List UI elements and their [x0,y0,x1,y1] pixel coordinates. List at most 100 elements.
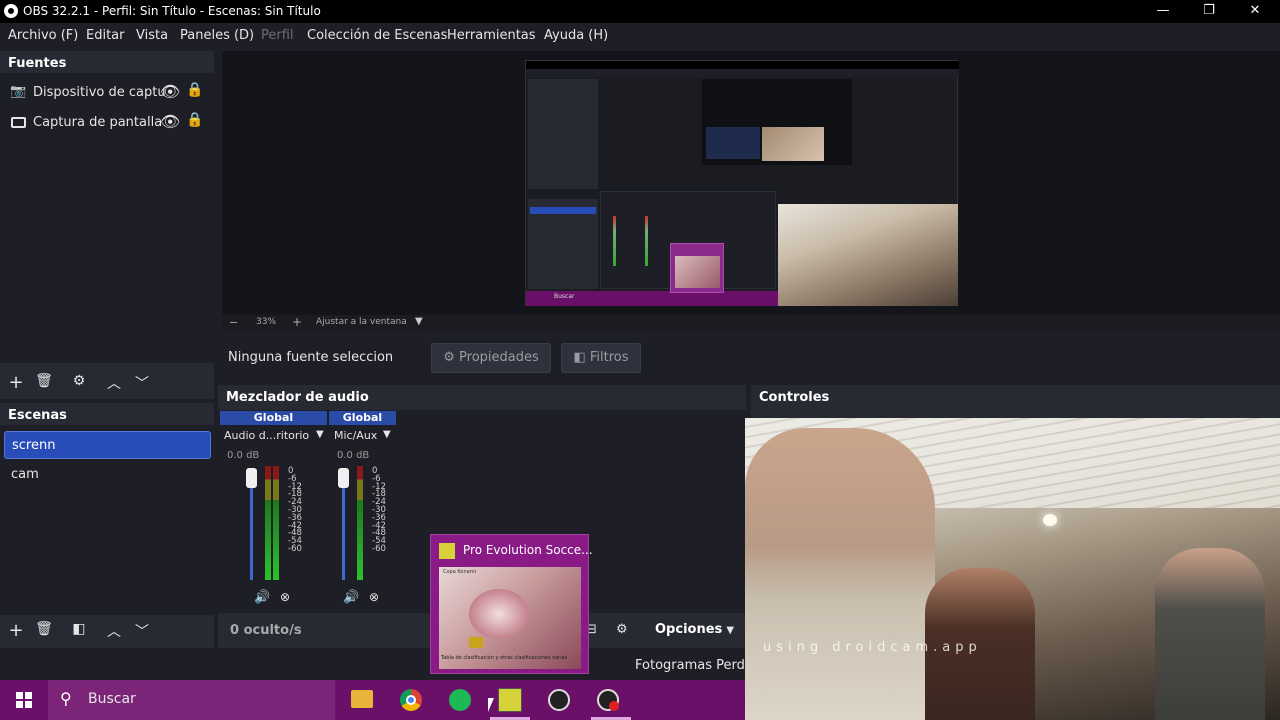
nested-camera-feed [778,204,958,306]
search-icon: ⚲ [60,689,72,708]
mixer-settings-gear-icon[interactable]: ⚙ [616,622,628,637]
no-source-selected-label: Ninguna fuente seleccionac [228,350,392,365]
close-button[interactable]: ✕ [1232,0,1278,23]
scene-filters-icon[interactable]: ◧ [68,621,90,637]
channel-1-scale: 0 -6 -12 -18 -24 -30 -36 -42 -48 -54 -60 [288,466,302,554]
thumbnail-caption: Copa Konami [443,569,476,575]
source-label: Captura de pantalla [33,115,163,130]
move-up-chevron-icon[interactable]: ︿ [103,373,125,393]
taskbar-thumbnail-popup[interactable]: Pro Evolution Socce... Copa Konami Tabla… [430,534,593,674]
camera-icon: 📷 [10,84,27,99]
nested-thumbnail-image [675,256,720,288]
menu-herramientas[interactable]: Herramientas [447,28,536,43]
menu-coleccion-escenas[interactable]: Colección de Escenas [307,28,447,43]
obs-icon[interactable] [548,689,570,711]
obs-record-icon[interactable] [597,689,619,711]
search-placeholder: Buscar [88,691,136,707]
channel-2-config-icon[interactable]: ⊗ [369,590,379,604]
taskbar-search-box[interactable]: ⚲ Buscar [48,680,335,720]
sources-title: Fuentes [8,56,67,71]
pes-small-icon [439,543,455,559]
fit-dropdown-chevron-icon[interactable]: ▼ [415,316,423,327]
pes-icon[interactable] [498,688,522,712]
channel-1-meter-left [265,466,271,580]
nested-scenes-dock [528,199,598,289]
channel-1-chevron-down-icon[interactable]: ▼ [316,429,324,440]
visibility-eye-icon[interactable]: 👁 [160,82,180,101]
zoom-out-button[interactable]: − [229,316,238,329]
channel-2-fader-handle[interactable] [338,468,349,488]
channel-1-mute-speaker-icon[interactable]: 🔊 [254,590,270,605]
menu-perfil[interactable]: Perfil [261,28,294,43]
filters-button[interactable]: ◧ Filtros [561,343,641,373]
lock-icon[interactable]: 🔒 [186,112,203,128]
channel-2-mute-speaker-icon[interactable]: 🔊 [343,590,359,605]
ceiling-light [1043,514,1057,526]
filters-icon: ◧ [573,350,590,365]
scenes-list: screnn cam [0,425,214,615]
options-button[interactable]: Opciones ▼ [655,622,734,637]
scene-item-screnn[interactable]: screnn [4,431,211,459]
properties-button[interactable]: ⚙ Propiedades [431,343,551,373]
lock-icon[interactable]: 🔒 [186,82,203,98]
channel-1-config-icon[interactable]: ⊗ [280,590,290,604]
minimize-button[interactable]: — [1140,0,1186,23]
mixer-title: Mezclador de audio [226,390,369,405]
fit-window-select[interactable]: Ajustar a la ventana [316,317,407,327]
menu-vista[interactable]: Vista [136,28,168,43]
channel-1-fader-handle[interactable] [246,468,257,488]
move-down-chevron-icon[interactable]: ﹀ [131,373,153,393]
windows-taskbar: ⚲ Buscar [0,680,745,720]
nested-screen-capture: Buscar [525,60,959,306]
channel-1-head: Global [220,411,327,425]
scene-item-cam[interactable]: cam [4,461,211,489]
menu-ayuda[interactable]: Ayuda (H) [544,28,608,43]
channel-2-head: Global [329,411,396,425]
move-scene-up-chevron-icon[interactable]: ︿ [103,621,125,641]
menu-paneles[interactable]: Paneles (D) [180,28,254,43]
source-item-camera[interactable]: 📷 Dispositivo de captu 👁 🔒 [0,79,214,107]
menu-archivo[interactable]: Archivo (F) [8,28,78,43]
nested-preview [702,79,852,165]
remove-scene-button[interactable]: 🗑 [33,621,55,637]
hidden-count: 0 oculto/s [230,623,302,638]
monitor-icon [11,117,26,128]
move-scene-down-chevron-icon[interactable]: ﹀ [131,621,153,641]
dropped-frames-label: Fotogramas Perdic [635,658,756,673]
maximize-button[interactable]: ❐ [1186,0,1232,23]
channel-2-name[interactable]: Mic/Aux [334,429,377,442]
person-right [1155,548,1265,720]
add-scene-button[interactable]: + [5,620,27,641]
source-item-screen[interactable]: Captura de pantalla 👁 🔒 [0,109,214,137]
channel-2-chevron-down-icon[interactable]: ▼ [383,429,391,440]
controls-title: Controles [759,390,830,405]
nested-nested-preview [706,127,760,159]
windows-start-icon[interactable] [16,692,32,708]
remove-source-button[interactable]: 🗑 [33,373,55,389]
visibility-eye-icon[interactable]: 👁 [160,112,180,131]
thumbnail-menu-icon [469,637,483,648]
thumbnail-preview-image: Copa Konami Tabla de clasificación y otr… [439,567,581,669]
scenes-dock: Escenas screnn cam + 🗑 ◧ ︿ ﹀ [0,403,214,648]
options-chevron-down-icon: ▼ [726,625,735,636]
nested-thumbnail-popup [670,243,724,293]
channel-1-name[interactable]: Audio d...ritorio [224,429,309,442]
nested-sources-dock [528,79,598,189]
zoom-in-button[interactable]: + [292,315,302,329]
zoom-level: 33% [256,317,277,327]
droidcam-watermark: using droidcam.app [763,640,982,655]
chrome-icon[interactable] [400,689,422,711]
spotify-icon[interactable] [449,689,471,711]
preview-canvas[interactable]: Buscar [222,51,1280,315]
channel-1-db: 0.0 dB [227,450,260,461]
source-settings-gear-icon[interactable]: ⚙ [68,373,90,389]
explorer-icon[interactable] [351,690,373,708]
menu-bar: Archivo (F) Editar Vista Paneles (D) Per… [0,23,1280,49]
camera-feed-overlay: using droidcam.app [745,418,1280,720]
person-left [745,428,935,720]
mouse-cursor [488,698,494,712]
add-source-button[interactable]: + [5,372,27,393]
nested-meter [613,216,616,266]
source-label: Dispositivo de captu [33,85,166,100]
menu-editar[interactable]: Editar [86,28,125,43]
